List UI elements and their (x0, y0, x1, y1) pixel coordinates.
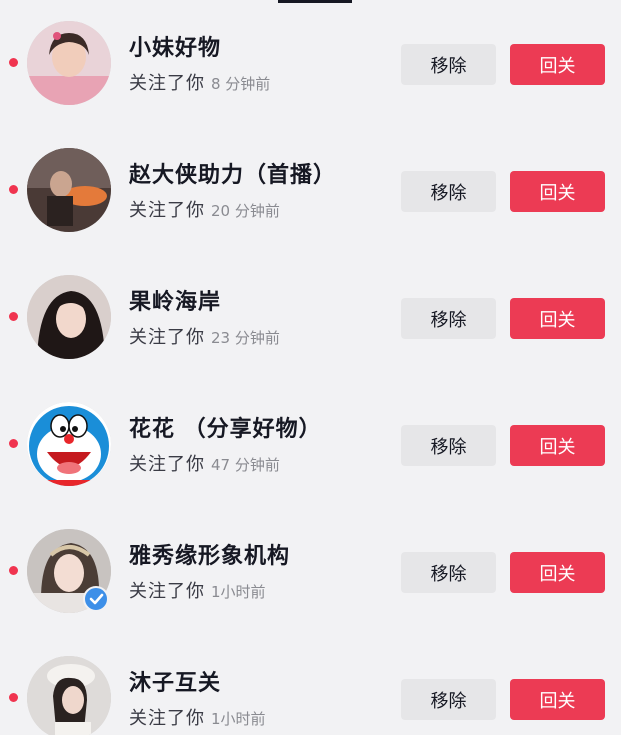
remove-button[interactable]: 移除 (401, 552, 496, 593)
avatar[interactable] (27, 148, 111, 232)
follow-time: 1小时前 (211, 583, 266, 601)
follow-back-button[interactable]: 回关 (510, 298, 605, 339)
verified-badge-icon (83, 586, 109, 612)
follow-status: 关注了你 8 分钟前 (129, 69, 270, 95)
follower-name[interactable]: 小妹好物 (129, 30, 221, 62)
follow-status: 关注了你 1小时前 (129, 704, 266, 730)
remove-button[interactable]: 移除 (401, 44, 496, 85)
avatar[interactable] (27, 402, 111, 486)
remove-button[interactable]: 移除 (401, 171, 496, 212)
follower-row[interactable]: 雅秀缘形象机构 关注了你 1小时前 移除 回关 (0, 508, 621, 635)
unread-dot (9, 439, 18, 448)
follower-row[interactable]: 沐子互关 关注了你 1小时前 移除 回关 (0, 635, 621, 735)
follower-row[interactable]: 赵大侠助力（首播） 关注了你 20 分钟前 移除 回关 (0, 127, 621, 254)
unread-dot (9, 312, 18, 321)
follow-status: 关注了你 47 分钟前 (129, 450, 280, 476)
follow-action-text: 关注了你 (129, 454, 205, 475)
follower-name[interactable]: 沐子互关 (129, 665, 221, 697)
follow-status: 关注了你 1小时前 (129, 577, 266, 603)
remove-button[interactable]: 移除 (401, 679, 496, 720)
follow-back-button[interactable]: 回关 (510, 44, 605, 85)
follow-action-text: 关注了你 (129, 581, 205, 602)
avatar[interactable] (27, 275, 111, 359)
follow-status: 关注了你 20 分钟前 (129, 196, 280, 222)
unread-dot (9, 693, 18, 702)
follow-action-text: 关注了你 (129, 327, 205, 348)
follower-row[interactable]: 果岭海岸 关注了你 23 分钟前 移除 回关 (0, 254, 621, 381)
remove-button[interactable]: 移除 (401, 425, 496, 466)
unread-dot (9, 185, 18, 194)
avatar[interactable] (27, 21, 111, 105)
follow-status: 关注了你 23 分钟前 (129, 323, 280, 349)
follower-name[interactable]: 花花 （分享好物） (129, 411, 322, 443)
follower-name[interactable]: 赵大侠助力（首播） (129, 157, 336, 189)
follow-action-text: 关注了你 (129, 200, 205, 221)
follower-row[interactable]: 花花 （分享好物） 关注了你 47 分钟前 移除 回关 (0, 381, 621, 508)
followers-screen: 小妹好物 关注了你 8 分钟前 移除 回关 赵大侠助力（首播） 关注了你 20 分钟… (0, 0, 621, 735)
follow-back-button[interactable]: 回关 (510, 552, 605, 593)
unread-dot (9, 566, 18, 575)
follower-name[interactable]: 雅秀缘形象机构 (129, 538, 290, 570)
follow-time: 1小时前 (211, 710, 266, 728)
remove-button[interactable]: 移除 (401, 298, 496, 339)
follower-row[interactable]: 小妹好物 关注了你 8 分钟前 移除 回关 (0, 0, 621, 127)
follower-name[interactable]: 果岭海岸 (129, 284, 221, 316)
follow-back-button[interactable]: 回关 (510, 679, 605, 720)
follow-time: 8 分钟前 (211, 75, 271, 93)
follow-action-text: 关注了你 (129, 708, 205, 729)
follow-time: 20 分钟前 (211, 202, 280, 220)
follow-back-button[interactable]: 回关 (510, 425, 605, 466)
follow-time: 47 分钟前 (211, 456, 280, 474)
follow-time: 23 分钟前 (211, 329, 280, 347)
follow-action-text: 关注了你 (129, 73, 205, 94)
avatar[interactable] (27, 656, 111, 735)
follow-back-button[interactable]: 回关 (510, 171, 605, 212)
unread-dot (9, 58, 18, 67)
